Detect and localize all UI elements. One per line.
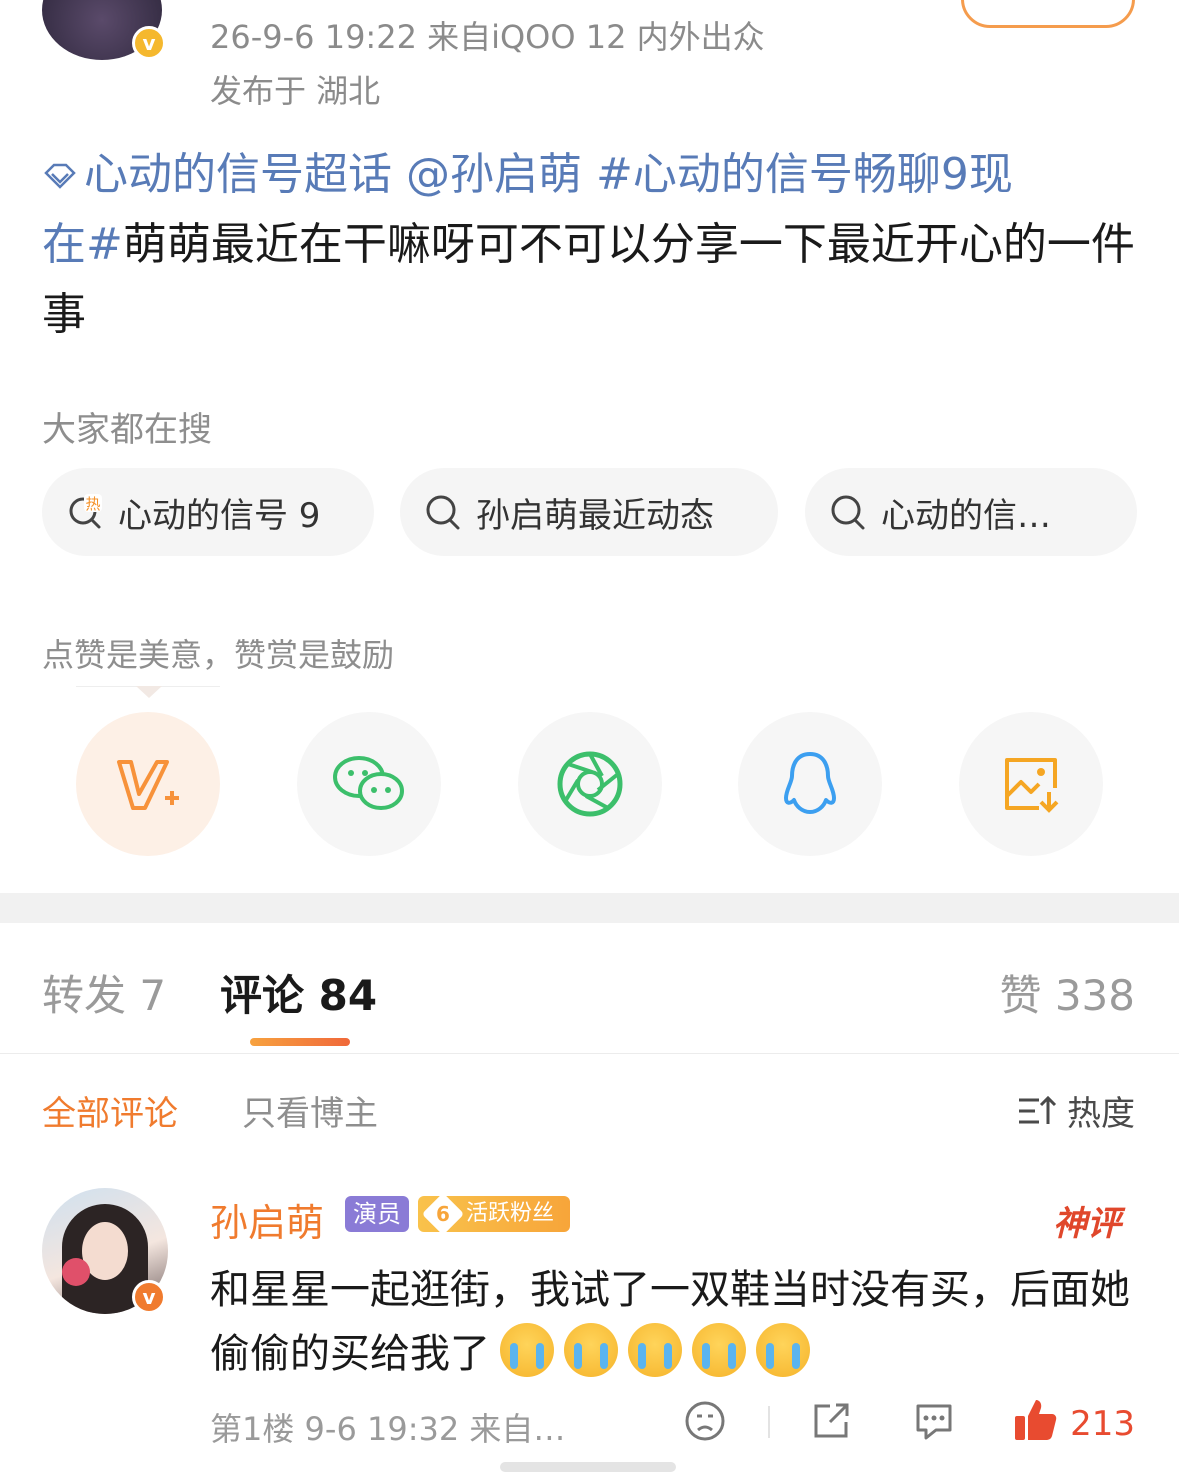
post-content: 心动的信号超话 @孙启萌 #心动的信号畅聊9现 在#萌萌最近在干嘛呀可不可以分享… (42, 140, 1137, 350)
hint-pointer (136, 686, 162, 698)
supertopic-label: 心动的信号超话 (84, 149, 392, 200)
hot-search-chip-3[interactable]: 心动的信… (805, 468, 1137, 556)
verified-badge-icon: v (132, 26, 166, 60)
action-divider (768, 1406, 770, 1438)
share-icon (814, 1403, 849, 1438)
reply-button[interactable] (912, 1400, 956, 1446)
avatar-flower (62, 1258, 90, 1286)
crying-emoji-icon (628, 1323, 682, 1377)
section-separator (0, 893, 1179, 923)
role-badge: 演员 (345, 1196, 409, 1232)
mention-link[interactable]: @孙启萌 (406, 149, 582, 200)
hot-search-chip-label: 心动的信… (881, 495, 1051, 536)
post-location: 发布于 湖北 (210, 72, 381, 110)
diamond-icon (44, 163, 76, 189)
tab-repost[interactable]: 转发 7 (42, 962, 166, 1023)
wechat-icon (333, 756, 404, 810)
fan-level-badge: 6 活跃粉丝 (418, 1192, 570, 1236)
hashtag-link[interactable]: #心动的信号畅聊9现 (596, 149, 1013, 200)
sort-toggle[interactable]: 热度 (1017, 1086, 1135, 1135)
home-indicator (500, 1462, 676, 1472)
hot-search-chip-2[interactable]: 孙启萌最近动态 (400, 468, 778, 556)
hashtag-link-end[interactable]: 在# (42, 219, 123, 270)
reward-button[interactable] (76, 712, 220, 856)
fan-level-diamond: 6 (421, 1192, 465, 1236)
share-qq-button[interactable] (738, 712, 882, 856)
god-comment-tag: 神评 (1053, 1204, 1121, 1244)
svg-text:热: 热 (85, 495, 100, 513)
comment-icon (916, 1404, 952, 1440)
thumbs-up-icon (1015, 1400, 1057, 1440)
crying-emoji-icon (692, 1323, 746, 1377)
hot-search-chip-label: 心动的信号 9 (118, 495, 321, 536)
crying-emoji-icon (564, 1323, 618, 1377)
tab-likes[interactable]: 赞 338 (999, 962, 1135, 1023)
sort-label: 热度 (1067, 1094, 1135, 1134)
hot-search-label: 大家都在搜 (42, 410, 212, 450)
tab-divider (0, 1053, 1179, 1054)
supertopic-link[interactable]: 心动的信号超话 (42, 149, 392, 200)
crying-emoji-icon (500, 1323, 554, 1377)
tab-comments[interactable]: 评论 84 (220, 962, 377, 1023)
share-moments-button[interactable] (518, 712, 662, 856)
moments-icon (557, 751, 623, 817)
fan-level-number: 6 (436, 1202, 450, 1226)
follow-button[interactable] (961, 0, 1135, 28)
share-wechat-button[interactable] (297, 712, 441, 856)
post-timestamp-source: 26-9-6 19:22 来自iQOO 12 内外出众 (210, 18, 765, 56)
save-image-icon (1005, 758, 1059, 813)
comment-text: 和星星一起逛街，我试了一双鞋当时没有买，后面她偷偷的买给我了 (210, 1258, 1140, 1386)
share-comment-button[interactable] (810, 1400, 852, 1446)
hot-search-icon: 热 (69, 494, 102, 529)
sort-icon (1019, 1095, 1057, 1124)
save-image-button[interactable] (959, 712, 1103, 856)
comment-meta: 第1楼 9-6 19:32 来自… (210, 1410, 566, 1448)
verified-badge-icon: v (132, 1280, 166, 1314)
commenter-name[interactable]: 孙启萌 (210, 1192, 324, 1247)
search-icon (831, 495, 865, 530)
v-plus-icon (117, 760, 179, 810)
qq-icon (784, 752, 836, 814)
post-body: 萌萌最近在干嘛呀可不可以分享一下最近开心的一件事 (42, 219, 1135, 340)
filter-owner-only[interactable]: 只看博主 (242, 1086, 378, 1135)
dislike-button[interactable] (684, 1400, 726, 1446)
active-tab-indicator (250, 1038, 350, 1046)
hot-search-chip-label: 孙启萌最近动态 (476, 495, 714, 536)
fan-badge-label: 活跃粉丝 (466, 1201, 555, 1226)
reward-hint: 点赞是美意，赞赏是鼓励 (42, 636, 395, 674)
like-count: 213 (1070, 1404, 1135, 1444)
hot-search-chip-1[interactable]: 热 心动的信号 9 (42, 468, 374, 556)
unhappy-face-icon (685, 1401, 725, 1441)
search-icon (426, 495, 460, 530)
filter-all-comments[interactable]: 全部评论 (42, 1086, 178, 1135)
crying-emoji-icon (756, 1323, 810, 1377)
like-button[interactable] (1012, 1396, 1058, 1448)
